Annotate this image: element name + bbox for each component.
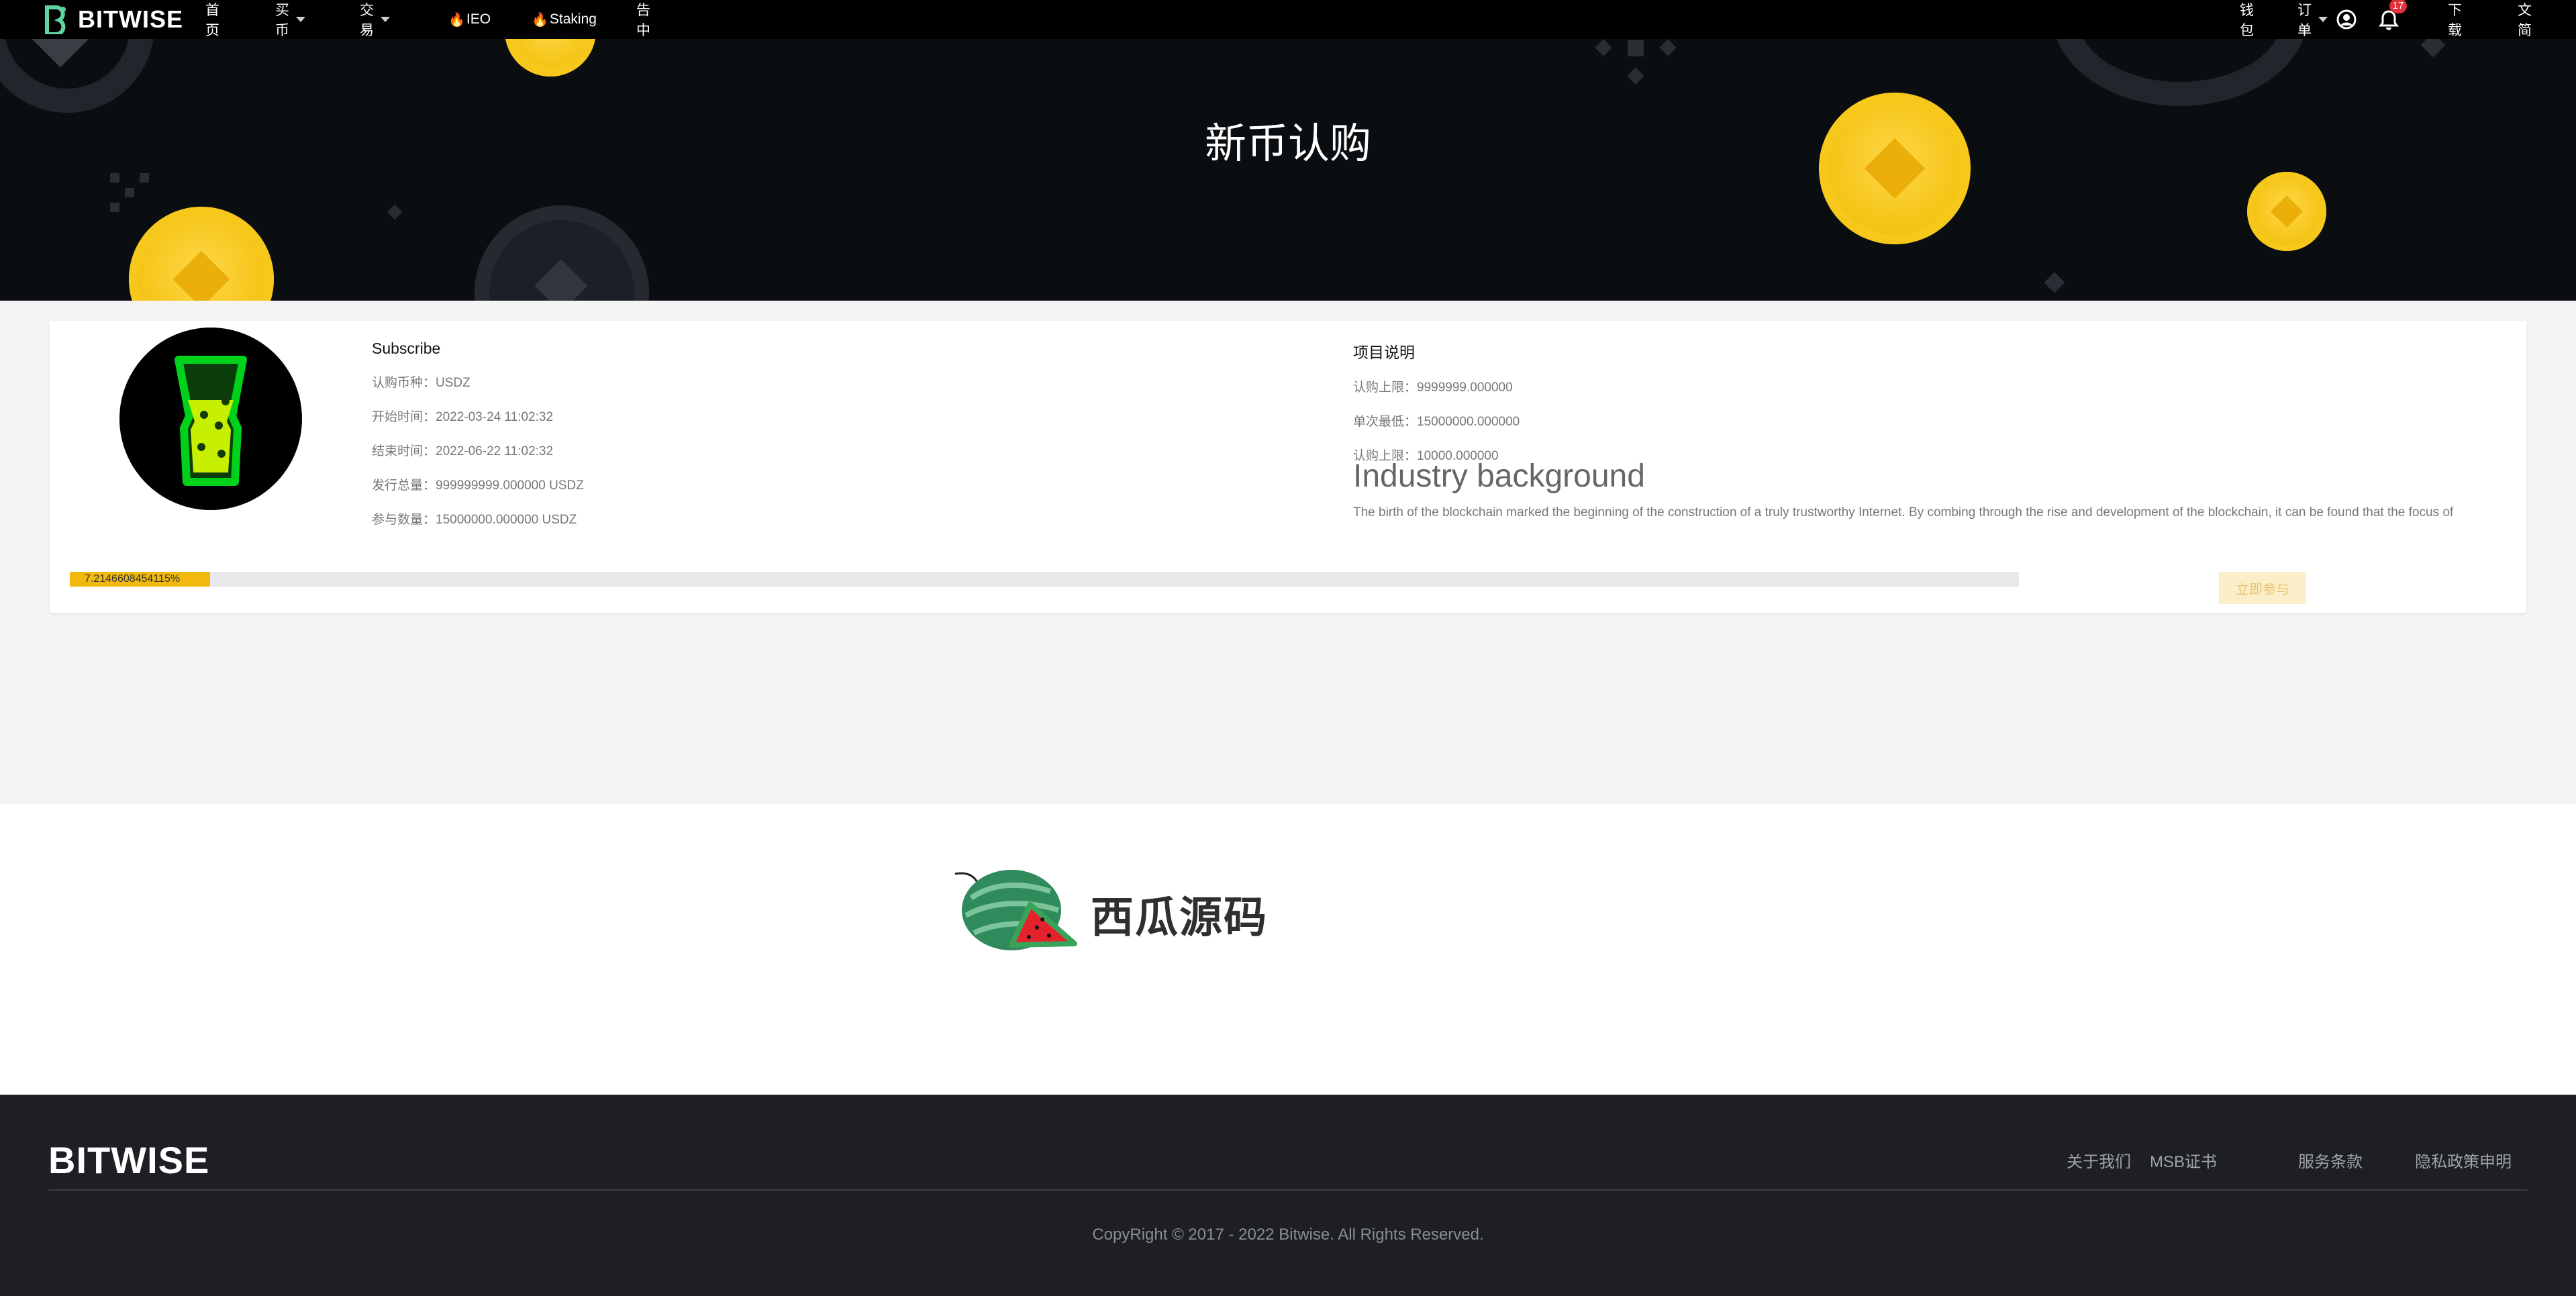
decor-diamond [1627,67,1644,85]
info-value: 999999999.000000 USDZ [436,479,584,493]
nav-buy-crypto-label: 买币 [275,3,289,38]
watermark-text: 西瓜源码 [1091,893,1268,943]
footer-link-msb[interactable]: MSB证书 [2150,1148,2217,1172]
nav-trade-label: 交易 [360,3,374,38]
industry-background-title: Industry background [1353,458,1645,494]
nav-orders[interactable]: 订单 [2297,0,2328,39]
chevron-down-icon [2318,17,2328,22]
bitwise-logo-icon [45,5,66,34]
footer-link-terms[interactable]: 服务条款 [2298,1148,2363,1172]
info-row-end-time: 结束时间：2022-06-22 11:02:32 [372,441,584,459]
copyright-text: CopyRight © 2017 - 2022 Bitwise. All Rig… [1092,1226,1484,1244]
decor-pixel [140,173,149,183]
nav-buy-crypto[interactable]: 买币 [275,0,305,40]
info-value: 2022-03-24 11:02:32 [436,410,554,424]
nav-download[interactable]: 下载 [2448,0,2462,39]
fire-icon: 🔥 [532,12,548,28]
decor-diamond [2420,39,2446,58]
info-row-currency: 认购币种：USDZ [372,372,584,391]
limit-row-min: 单次最低：15000000.000000 [1353,411,1520,430]
chevron-down-icon [296,17,305,22]
description-title: 项目说明 [1353,344,1415,361]
decor-diamond [1595,39,1612,56]
decor-diamond [1659,39,1677,56]
info-row-participated: 参与数量：15000000.000000 USDZ [372,509,584,528]
info-row-start-time: 开始时间：2022-03-24 11:02:32 [372,407,584,425]
watermark-logo: 西瓜源码 [950,858,1366,958]
nav-orders-label: 订单 [2297,3,2312,38]
decor-diamond [387,204,403,220]
language-selector[interactable]: 中文简体 [2518,0,2532,58]
notifications-button[interactable]: 17 [2379,0,2407,39]
footer-divider [48,1189,2528,1191]
footer-brand: BITWISE [48,1139,210,1181]
fire-icon: 🔥 [448,12,465,28]
chevron-down-icon [381,17,390,22]
top-navbar: BITWISE 首页 买币 交易 🔥 IEO 🔥 Staking 公告中心 钱包 [0,0,2576,58]
gold-coin-decor [2247,172,2326,251]
nav-staking[interactable]: 🔥 Staking [532,11,597,28]
info-row-total-supply: 发行总量：999999999.000000 USDZ [372,475,584,493]
limit-row-max: 认购上限：9999999.000000 [1353,377,1520,395]
hero-banner: 新币认购 [0,39,2576,301]
account-button[interactable] [2336,0,2357,39]
brand-name: BITWISE [78,5,183,33]
user-icon [2336,9,2357,30]
info-label: 结束时间： [372,444,436,458]
gold-coin-decor [505,39,596,77]
nav-wallet[interactable]: 钱包 [2240,0,2254,39]
brand-logo[interactable]: BITWISE [43,0,183,39]
nav-download-label: 下载 [2448,3,2462,38]
info-value: 2022-06-22 11:02:32 [436,444,554,458]
limit-value: 15000000.000000 [1417,415,1520,429]
footer-link-privacy[interactable]: 隐私政策申明 [2415,1148,2512,1172]
beer-glass-icon [175,356,247,486]
content-spacer: 西瓜源码 [0,804,2576,1095]
info-label: 认购币种： [372,376,436,390]
decor-diamond [2044,272,2065,293]
decor-pixel [125,188,134,197]
info-label: 参与数量： [372,513,436,527]
page-title: 新币认购 [1204,119,1371,168]
info-label: 发行总量： [372,479,436,493]
info-value: 15000000.000000 USDZ [436,513,577,527]
nav-trade[interactable]: 交易 [360,0,390,40]
project-logo [119,328,302,510]
nav-home-label: 首页 [205,3,219,38]
ieo-project-card: Subscribe 认购币种：USDZ 开始时间：2022-03-24 11:0… [50,321,2526,613]
industry-background-text: The birth of the blockchain marked the b… [1353,505,2454,519]
limit-label: 认购上限： [1353,381,1418,395]
site-footer: BITWISE 关于我们 MSB证书 服务条款 隐私政策申明 CopyRight… [0,1095,2576,1296]
decor-pixel [110,173,119,183]
subscription-progress-bar: 7.2146608454115% [70,572,2019,587]
progress-fill: 7.2146608454115% [70,572,211,587]
limit-value: 9999999.000000 [1417,381,1513,395]
footer-link-about[interactable]: 关于我们 [2067,1148,2131,1172]
nav-ieo-label: IEO [466,11,491,27]
nav-staking-label: Staking [549,11,597,27]
notification-count-badge: 17 [2389,0,2407,13]
info-label: 开始时间： [372,410,436,424]
join-now-button[interactable]: 立即参与 [2219,572,2306,604]
decor-pixel [1628,40,1644,56]
info-value: USDZ [436,376,470,390]
decor-ring [2052,39,2308,106]
project-info: Subscribe 认购币种：USDZ 开始时间：2022-03-24 11:0… [372,340,584,544]
watermelon-icon [954,870,1077,950]
nav-home[interactable]: 首页 [205,0,219,40]
nav-ieo[interactable]: 🔥 IEO [448,11,491,28]
nav-wallet-label: 钱包 [2240,3,2254,38]
gold-coin-decor [129,207,274,301]
project-name: Subscribe [372,340,441,357]
decor-pixel [110,203,119,212]
limit-label: 单次最低： [1353,415,1418,429]
